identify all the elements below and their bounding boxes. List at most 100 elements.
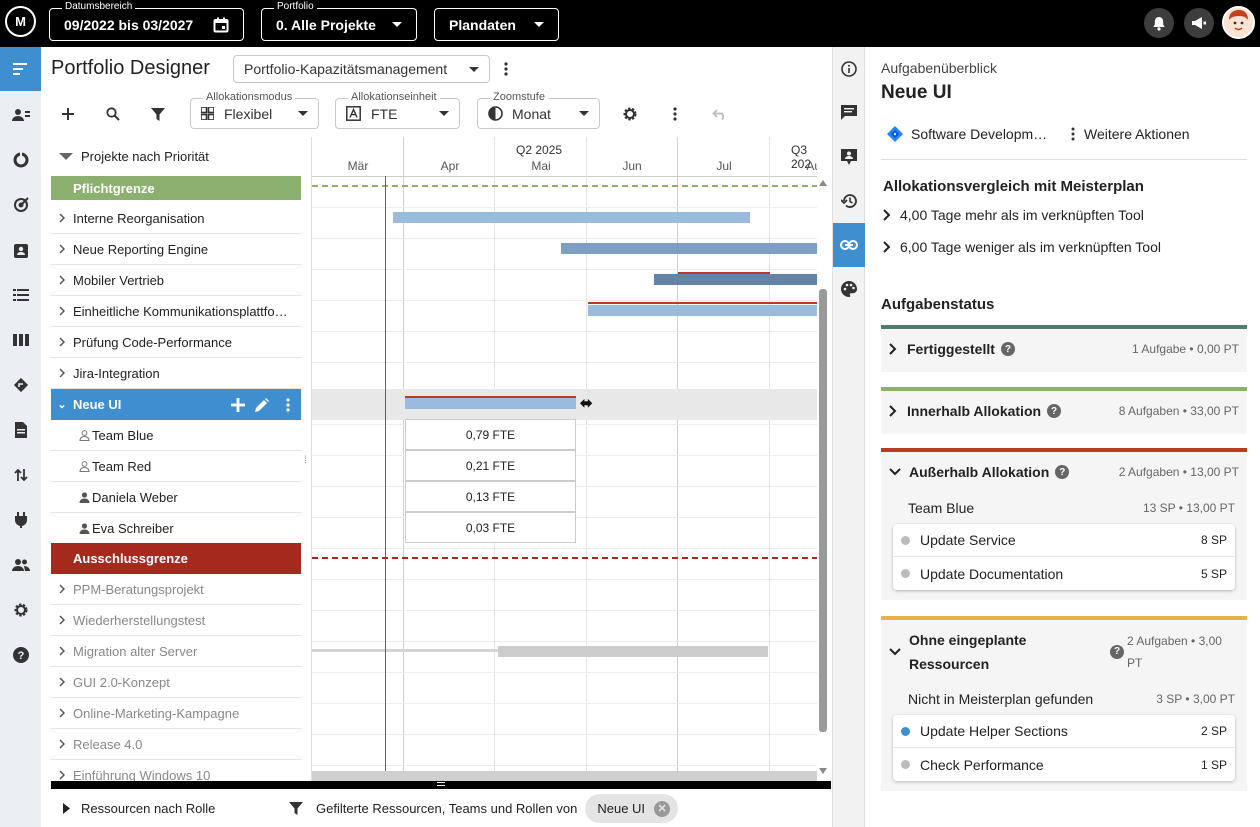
filter-button[interactable] <box>145 101 171 127</box>
nav-roadmap[interactable] <box>0 363 41 407</box>
nav-goals[interactable] <box>0 183 41 227</box>
search-button[interactable] <box>100 101 126 127</box>
filter-icon[interactable] <box>281 802 311 815</box>
tab-info[interactable] <box>833 47 865 91</box>
task-row[interactable]: Check Performance 1 SP <box>893 748 1235 781</box>
gantt-bar[interactable] <box>561 243 817 254</box>
scroll-down-icon[interactable] <box>819 768 827 774</box>
tree-row-resource[interactable]: Daniela Weber <box>51 482 301 513</box>
zoomstufe-select[interactable]: Zoomstufe Monat <box>477 91 600 129</box>
nav-help[interactable]: ? <box>0 633 41 677</box>
nav-users[interactable] <box>0 543 41 587</box>
nav-import-export[interactable] <box>0 453 41 497</box>
gantt-bar[interactable] <box>498 646 768 657</box>
fte-allocation-cell[interactable]: 0,21 FTE <box>405 450 576 481</box>
add-button[interactable] <box>55 101 81 127</box>
nav-capacity[interactable] <box>0 138 41 182</box>
more-actions-button[interactable]: Weitere Aktionen <box>1071 126 1190 142</box>
toolbar-more-button[interactable] <box>662 101 688 127</box>
nav-portfolio-designer[interactable] <box>0 47 41 91</box>
tree-row-project[interactable]: PPM-Beratungsprojekt <box>51 574 301 605</box>
scroll-thumb[interactable] <box>819 289 827 732</box>
vertical-scrollbar[interactable] <box>818 177 828 777</box>
filter-chip[interactable]: Neue UI ✕ <box>585 794 679 823</box>
tree-row-project[interactable]: Wiederherstellungstest <box>51 605 301 636</box>
nav-settings[interactable] <box>0 588 41 632</box>
status-header[interactable]: Innerhalb Allokation ? 8 Aufgaben • 33,0… <box>881 391 1247 431</box>
tree-row-project[interactable]: Einheitliche Kommunikationsplattfo… <box>51 296 301 327</box>
tree-row-project[interactable]: GUI 2.0-Konzept <box>51 667 301 698</box>
task-row[interactable]: Update Helper Sections 2 SP <box>893 715 1235 748</box>
linked-tool-link[interactable]: Software Developm… <box>887 126 1047 142</box>
tree-row-resource[interactable]: Team Red <box>51 451 301 482</box>
tree-row-project[interactable]: Neue Reporting Engine <box>51 234 301 265</box>
gantt-bar[interactable] <box>588 305 817 316</box>
task-row[interactable]: Update Documentation 5 SP <box>893 557 1235 590</box>
edit-icon[interactable] <box>249 397 275 412</box>
status-header[interactable]: Ohne eingeplante Ressourcen ? 2 Aufgaben … <box>881 620 1247 683</box>
fte-allocation-cell[interactable]: 0,03 FTE <box>405 512 576 543</box>
tree-group-header[interactable]: Projekte nach Priorität <box>51 141 301 172</box>
more-vertical-icon[interactable] <box>275 397 301 412</box>
tree-row-resource[interactable]: Eva Schreiber <box>51 513 301 544</box>
notifications-button[interactable] <box>1144 8 1174 38</box>
nav-resources[interactable] <box>0 93 41 137</box>
add-icon[interactable] <box>227 397 249 412</box>
task-row[interactable]: Update Service 8 SP <box>893 524 1235 557</box>
allokationseinheit-select[interactable]: Allokationseinheit FTE <box>335 91 460 129</box>
close-icon[interactable]: ✕ <box>654 800 671 817</box>
settings-button[interactable] <box>617 101 643 127</box>
scroll-up-icon[interactable] <box>819 180 827 186</box>
nav-reports[interactable] <box>0 408 41 452</box>
gantt-bar-thin[interactable] <box>312 649 498 652</box>
view-select[interactable]: Portfolio-Kapazitätsmanagement <box>233 55 490 83</box>
undo-button[interactable] <box>707 101 733 127</box>
gantt-bar-selected[interactable] <box>405 398 576 409</box>
resize-arrows-icon[interactable]: ⬌ <box>580 394 593 412</box>
plandaten-select[interactable]: Plandaten <box>434 8 559 41</box>
user-avatar[interactable] <box>1222 6 1255 39</box>
portfolio-select[interactable]: Portfolio 0. Alle Projekte <box>261 1 417 41</box>
app-logo[interactable]: M <box>5 6 36 37</box>
pane-splitter[interactable] <box>51 781 831 789</box>
announcements-button[interactable] <box>1184 8 1214 38</box>
tree-row-project[interactable]: Interne Reorganisation <box>51 203 301 234</box>
tree-row-project[interactable]: Jira-Integration <box>51 358 301 389</box>
allokationsmodus-select[interactable]: Allokationsmodus Flexibel <box>190 91 319 129</box>
quarter-gridline <box>677 137 678 782</box>
tab-comments[interactable] <box>833 91 865 135</box>
fte-allocation-cell[interactable]: 0,13 FTE <box>405 481 576 512</box>
tree-row-project[interactable]: Release 4.0 <box>51 729 301 760</box>
vergleich-item[interactable]: 4,00 Tage mehr als im verknüpften Tool <box>883 207 1144 223</box>
tree-row-project[interactable]: Einführung Windows 10 <box>51 760 301 782</box>
tab-appearance[interactable] <box>833 267 865 311</box>
nav-board[interactable] <box>0 318 41 362</box>
vergleich-item[interactable]: 6,00 Tage weniger als im verknüpften Too… <box>883 239 1161 255</box>
view-more-button[interactable] <box>493 56 519 82</box>
splitter-handle[interactable]: ⁞ <box>304 455 307 466</box>
tab-link[interactable] <box>833 223 865 267</box>
tree-row-resource[interactable]: Team Blue <box>51 420 301 451</box>
caret-right-icon[interactable] <box>51 803 81 814</box>
date-range-field[interactable]: Datumsbereich 09/2022 bis 03/2027 <box>49 1 244 41</box>
tree-row-selected[interactable]: ⌄ Neue UI <box>51 389 301 420</box>
tab-history[interactable] <box>833 179 865 223</box>
nav-assignments[interactable] <box>0 228 41 272</box>
tab-contact[interactable] <box>833 135 865 179</box>
help-icon[interactable]: ? <box>1110 644 1124 659</box>
nav-list[interactable] <box>0 273 41 317</box>
status-header[interactable]: Fertiggestellt ? 1 Aufgabe • 0,00 PT <box>881 329 1247 369</box>
help-icon[interactable]: ? <box>1047 404 1062 418</box>
task-group-header: Nicht in Meisterplan gefunden 3 SP • 3,0… <box>881 683 1247 715</box>
tree-row-project[interactable]: Migration alter Server <box>51 636 301 667</box>
help-icon[interactable]: ? <box>1000 342 1015 356</box>
tree-row-project[interactable]: Prüfung Code-Performance <box>51 327 301 358</box>
help-icon[interactable]: ? <box>1055 465 1070 479</box>
fte-allocation-cell[interactable]: 0,79 FTE <box>405 419 576 450</box>
tree-row-project[interactable]: Online-Marketing-Kampagne <box>51 698 301 729</box>
tree-row-project[interactable]: Mobiler Vertrieb <box>51 265 301 296</box>
gantt-bar[interactable] <box>393 212 750 223</box>
gantt-bar[interactable] <box>654 274 817 285</box>
nav-integrations[interactable] <box>0 498 41 542</box>
status-header[interactable]: Außerhalb Allokation ? 2 Aufgaben • 13,0… <box>881 452 1247 492</box>
